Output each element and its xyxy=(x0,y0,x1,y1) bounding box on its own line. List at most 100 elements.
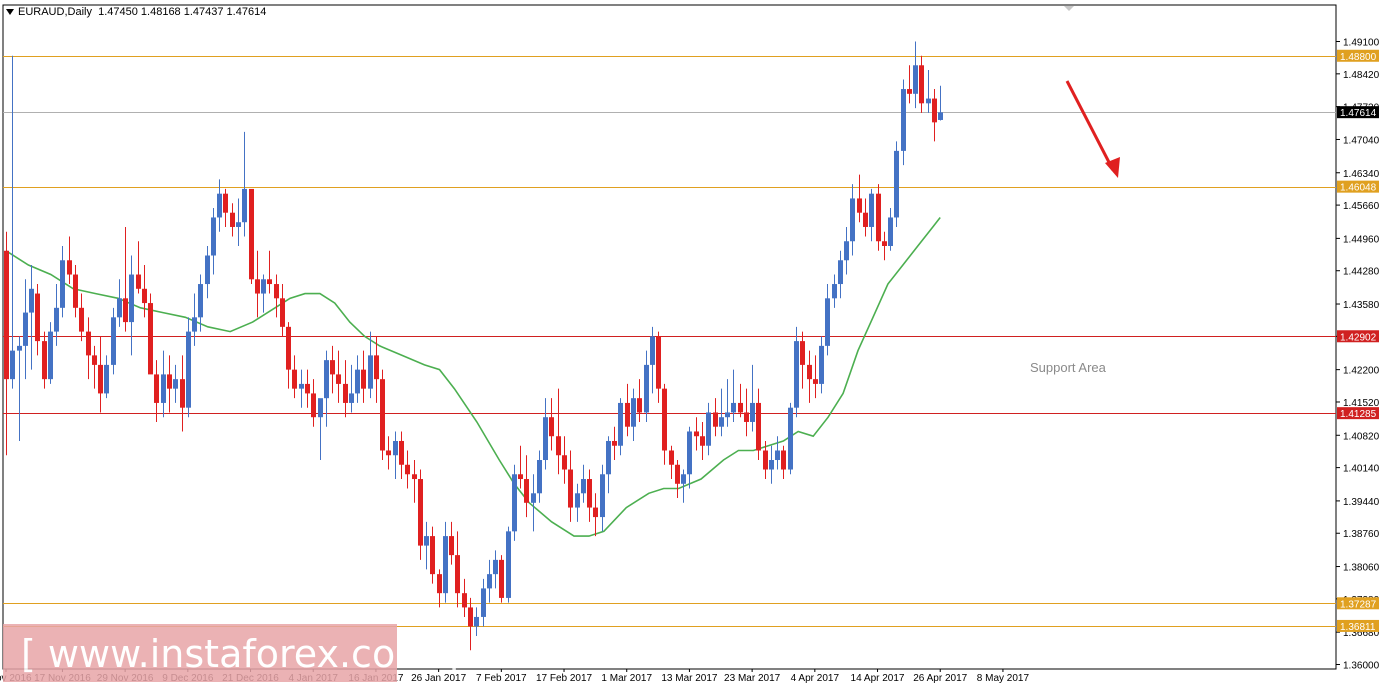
candle-body xyxy=(700,436,705,446)
candle-body xyxy=(694,431,699,437)
candle[interactable] xyxy=(111,307,116,375)
candle-body xyxy=(687,431,692,475)
candle[interactable] xyxy=(148,293,153,375)
x-tick-label: 8 May 2017 xyxy=(977,673,1030,684)
candle-body xyxy=(405,464,410,475)
candle-body xyxy=(292,369,297,389)
candle-body xyxy=(675,464,680,484)
y-tick-label: 1.43580 xyxy=(1343,300,1380,311)
candle[interactable] xyxy=(512,464,517,541)
level-price-tag: 1.48800 xyxy=(1337,49,1379,63)
candle-body xyxy=(706,412,711,446)
price-tag-label: 1.42902 xyxy=(1340,332,1377,343)
y-tick-label: 1.38760 xyxy=(1343,529,1380,540)
candle-body xyxy=(681,474,686,484)
candle-body xyxy=(738,402,743,413)
candle[interactable] xyxy=(380,369,385,461)
candle-body xyxy=(98,364,103,394)
candle-body xyxy=(380,379,385,451)
candle-body xyxy=(186,331,191,408)
candle-body xyxy=(725,412,730,418)
candle-body xyxy=(173,379,178,389)
candle-body xyxy=(136,274,141,289)
candle-body xyxy=(493,559,498,575)
candle-body xyxy=(863,212,868,227)
candle-body xyxy=(223,193,228,213)
candle-body xyxy=(104,364,109,394)
candle-body xyxy=(468,607,473,627)
candle[interactable] xyxy=(876,184,881,251)
chart-root: 1.491001.484201.477301.470401.463401.456… xyxy=(0,0,1380,692)
watermark-text: [ www.instaforex.com ] xyxy=(21,632,460,676)
candle-body xyxy=(876,193,881,242)
candle-body xyxy=(386,450,391,456)
candle-body xyxy=(850,198,855,242)
x-tick-label: 13 Mar 2017 xyxy=(661,673,718,684)
candle-body xyxy=(888,217,893,246)
candle-body xyxy=(807,364,812,380)
level-price-tag: 1.41285 xyxy=(1337,407,1379,420)
candle-body xyxy=(129,274,134,323)
candle-body xyxy=(255,279,260,294)
candle-body xyxy=(524,479,529,503)
candle-body xyxy=(518,474,523,480)
candle-body xyxy=(236,222,241,227)
candle-body xyxy=(443,536,448,594)
symbol-label: EURAUD,Daily xyxy=(18,6,92,18)
candle-body xyxy=(794,341,799,408)
candle-body xyxy=(17,345,22,351)
candle-body xyxy=(154,374,159,403)
candle-body xyxy=(42,341,47,380)
candle-body xyxy=(713,412,718,427)
candle-body xyxy=(48,331,53,380)
candle-body xyxy=(637,398,642,413)
price-tag-label: 1.41285 xyxy=(1340,409,1377,420)
candle-body xyxy=(575,493,580,508)
candle-body xyxy=(142,288,147,304)
candle-body xyxy=(54,307,59,332)
candle-body xyxy=(556,436,561,456)
candle-body xyxy=(79,307,84,332)
candle-body xyxy=(618,402,623,446)
candle-body xyxy=(280,298,285,327)
candle[interactable] xyxy=(499,555,504,603)
price-chart[interactable]: 1.491001.484201.477301.470401.463401.456… xyxy=(0,0,1380,692)
candle[interactable] xyxy=(249,188,254,285)
candle-body xyxy=(581,479,586,494)
candle-body xyxy=(230,212,235,227)
candle-body xyxy=(111,317,116,365)
dropdown-triangle-icon[interactable] xyxy=(6,9,14,16)
candle-body xyxy=(932,98,937,123)
candle-body xyxy=(869,193,874,227)
support-area-label: Support Area xyxy=(1030,360,1106,375)
candle-body xyxy=(430,536,435,575)
y-tick-label: 1.42200 xyxy=(1343,366,1380,377)
watermark-banner: [ www.instaforex.com ] xyxy=(3,624,459,682)
candle-body xyxy=(205,255,210,285)
candle[interactable] xyxy=(186,317,191,418)
candle[interactable] xyxy=(788,402,793,475)
level-price-tag: 1.36811 xyxy=(1337,619,1379,633)
candle[interactable] xyxy=(894,141,899,227)
candle[interactable] xyxy=(506,526,511,603)
y-tick-label: 1.39440 xyxy=(1343,497,1380,508)
candle-body xyxy=(926,98,931,104)
candle-body xyxy=(568,469,573,508)
candle-body xyxy=(907,89,912,94)
y-tick-label: 1.44280 xyxy=(1343,267,1380,278)
y-tick-label: 1.40140 xyxy=(1343,464,1380,475)
candle-body xyxy=(537,460,542,494)
candle-body xyxy=(882,241,887,246)
candle-body xyxy=(167,374,172,389)
candle-body xyxy=(800,341,805,365)
candle-body xyxy=(217,193,222,218)
candle-body xyxy=(29,288,34,313)
chart-title-bar[interactable]: EURAUD,Daily 1.47450 1.48168 1.47437 1.4… xyxy=(6,6,266,18)
candle-body xyxy=(318,398,323,418)
x-tick-label: 1 Mar 2017 xyxy=(601,673,652,684)
y-tick-label: 1.46340 xyxy=(1343,169,1380,180)
price-tag-label: 1.37287 xyxy=(1340,599,1377,610)
candle-body xyxy=(399,440,404,465)
candle-body xyxy=(437,574,442,594)
candle-body xyxy=(781,450,786,470)
